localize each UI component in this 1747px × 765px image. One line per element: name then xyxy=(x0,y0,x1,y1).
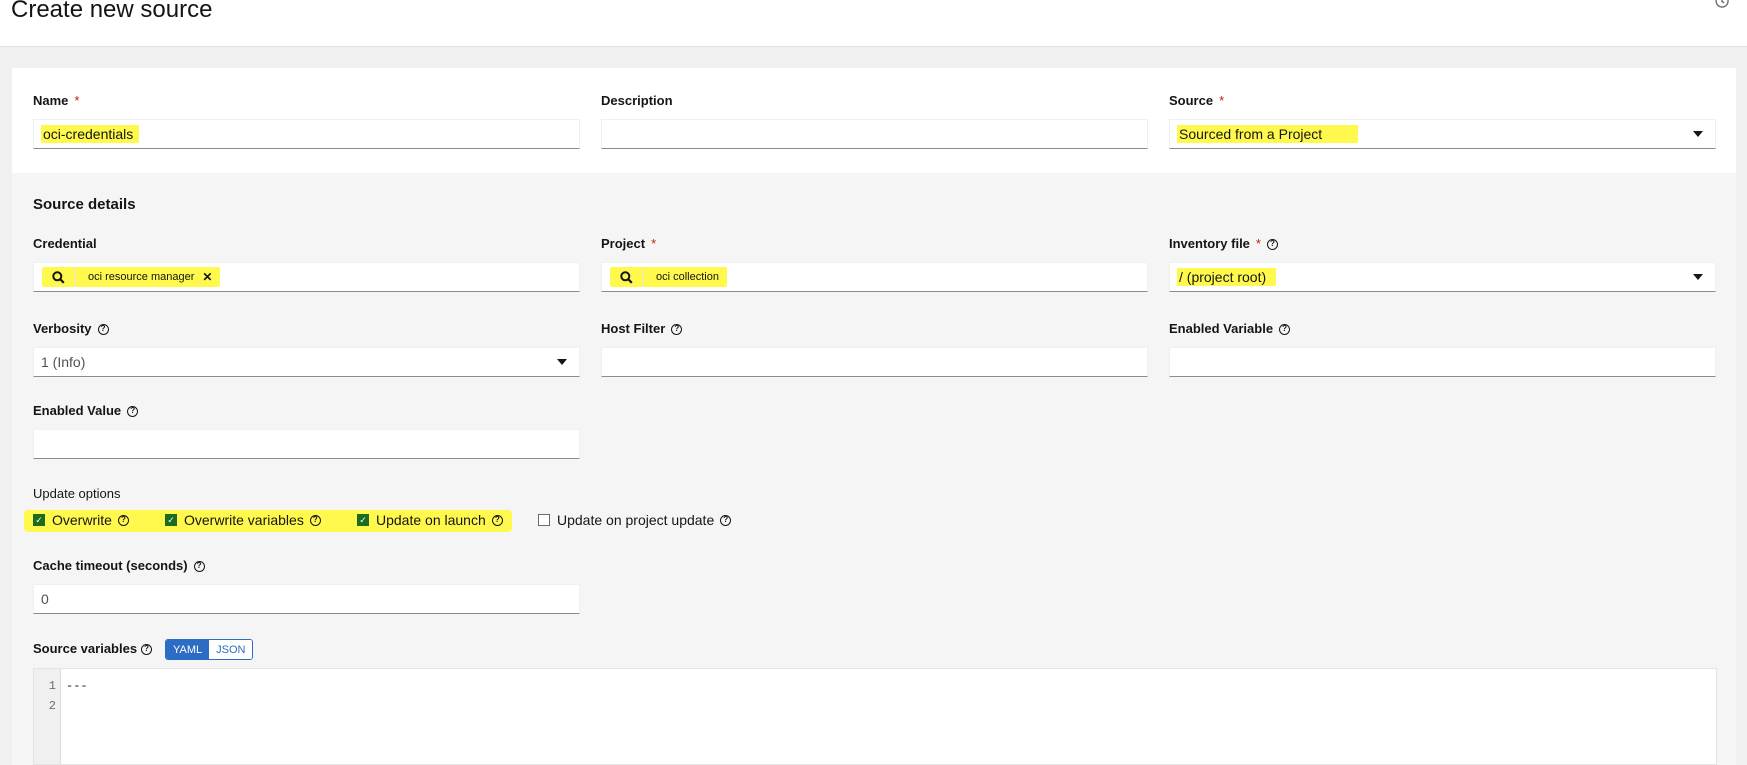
question-circle-icon[interactable]: ? xyxy=(127,405,139,417)
source-variables-editor[interactable]: 1 2 --- xyxy=(33,668,1717,765)
question-circle-icon[interactable]: ? xyxy=(671,323,683,335)
verbosity-field-label: Verbosity? xyxy=(33,320,109,338)
project-lookup[interactable]: oci collection xyxy=(601,262,1148,292)
host-filter-label: Host Filter xyxy=(601,321,666,336)
update-on-project-update-label: Update on project update xyxy=(557,512,715,528)
description-input[interactable] xyxy=(601,119,1148,149)
overwrite-variables-label: Overwrite variables xyxy=(184,512,304,528)
enabled-value-field-label: Enabled Value? xyxy=(33,402,139,420)
description-field-label: Description xyxy=(601,92,673,110)
editor-code[interactable]: --- xyxy=(66,676,88,696)
cache-timeout-input[interactable]: 0 xyxy=(33,584,580,614)
enabled-value-input[interactable] xyxy=(33,429,580,459)
update-options-label: Update options xyxy=(33,486,121,501)
update-on-project-update-checkbox[interactable] xyxy=(538,514,550,526)
question-circle-icon[interactable]: ? xyxy=(97,323,109,335)
source-variables-field-label: Source variables? xyxy=(33,640,153,658)
overwrite-variables-checkbox[interactable]: ✓ xyxy=(165,514,177,526)
yaml-toggle-button[interactable]: YAML xyxy=(166,640,210,659)
verbosity-label: Verbosity xyxy=(33,321,92,336)
page-title: Create new source xyxy=(11,0,213,23)
overwrite-checkbox-row[interactable]: ✓ Overwrite ? xyxy=(33,512,129,528)
overwrite-checkbox[interactable]: ✓ xyxy=(33,514,45,526)
caret-down-icon xyxy=(557,359,567,365)
description-label: Description xyxy=(601,93,673,108)
source-variables-label: Source variables xyxy=(33,641,138,656)
name-input[interactable]: oci-credentials xyxy=(33,119,580,149)
inventory-file-select[interactable]: / (project root) xyxy=(1169,262,1716,292)
enabled-variable-field-label: Enabled Variable? xyxy=(1169,320,1291,338)
line-number: 1 xyxy=(48,679,56,693)
question-circle-icon[interactable]: ? xyxy=(1266,238,1278,250)
name-value: oci-credentials xyxy=(41,125,140,143)
overwrite-label: Overwrite xyxy=(52,512,112,528)
source-label: Source xyxy=(1169,93,1214,108)
line-number: 2 xyxy=(48,699,56,713)
required-marker: * xyxy=(1219,93,1225,108)
caret-down-icon xyxy=(1693,131,1703,137)
format-toggle: YAML JSON xyxy=(165,639,254,660)
inventory-file-field-label: Inventory file *? xyxy=(1169,235,1278,253)
enabled-variable-input[interactable] xyxy=(1169,347,1716,377)
host-filter-field-label: Host Filter? xyxy=(601,320,683,338)
close-icon[interactable]: ✕ xyxy=(202,270,212,284)
question-circle-icon[interactable]: ? xyxy=(720,514,732,526)
project-chip-label: oci collection xyxy=(656,271,719,283)
editor-gutter: 1 2 xyxy=(34,669,61,764)
search-icon[interactable] xyxy=(42,267,76,287)
question-circle-icon[interactable]: ? xyxy=(193,560,205,572)
required-marker: * xyxy=(1255,236,1261,251)
project-field-label: Project * xyxy=(601,235,656,253)
credential-chip: oci resource manager ✕ xyxy=(76,267,220,287)
cache-timeout-field-label: Cache timeout (seconds)? xyxy=(33,557,205,575)
cache-timeout-value: 0 xyxy=(41,591,49,607)
update-on-launch-checkbox[interactable]: ✓ xyxy=(357,514,369,526)
host-filter-input[interactable] xyxy=(601,347,1148,377)
history-icon[interactable] xyxy=(1715,0,1731,10)
question-circle-icon[interactable]: ? xyxy=(117,514,129,526)
required-marker: * xyxy=(74,93,80,108)
question-circle-icon[interactable]: ? xyxy=(141,643,153,655)
section-title: Source details xyxy=(33,196,136,213)
update-on-launch-label: Update on launch xyxy=(376,512,486,528)
question-circle-icon[interactable]: ? xyxy=(1279,323,1291,335)
credential-lookup[interactable]: oci resource manager ✕ xyxy=(33,262,580,292)
page-header: Create new source xyxy=(0,0,1747,47)
source-field-label: Source * xyxy=(1169,92,1224,110)
source-select[interactable]: Sourced from a Project xyxy=(1169,119,1716,149)
verbosity-value: 1 (Info) xyxy=(41,354,86,370)
enabled-variable-label: Enabled Variable xyxy=(1169,321,1274,336)
question-circle-icon[interactable]: ? xyxy=(309,514,321,526)
source-value: Sourced from a Project xyxy=(1177,125,1359,143)
question-circle-icon[interactable]: ? xyxy=(491,514,503,526)
name-field-label: Name * xyxy=(33,92,79,110)
verbosity-select[interactable]: 1 (Info) xyxy=(33,347,580,377)
enabled-value-label: Enabled Value xyxy=(33,403,122,418)
inventory-file-label: Inventory file xyxy=(1169,236,1250,251)
credential-field-label: Credential xyxy=(33,235,97,253)
credential-label: Credential xyxy=(33,236,97,251)
name-label: Name xyxy=(33,93,69,108)
caret-down-icon xyxy=(1693,274,1703,280)
update-on-project-update-checkbox-row[interactable]: Update on project update ? xyxy=(538,512,732,528)
credential-chip-label: oci resource manager xyxy=(88,271,195,283)
json-toggle-button[interactable]: JSON xyxy=(209,640,253,659)
inventory-file-value: / (project root) xyxy=(1177,268,1277,286)
project-chip: oci collection xyxy=(644,267,727,287)
search-icon[interactable] xyxy=(610,267,644,287)
update-on-launch-checkbox-row[interactable]: ✓ Update on launch ? xyxy=(357,512,503,528)
cache-timeout-label: Cache timeout (seconds) xyxy=(33,558,188,573)
project-label: Project xyxy=(601,236,646,251)
required-marker: * xyxy=(651,236,657,251)
overwrite-variables-checkbox-row[interactable]: ✓ Overwrite variables ? xyxy=(165,512,321,528)
update-options-field-label: Update options xyxy=(33,485,120,503)
